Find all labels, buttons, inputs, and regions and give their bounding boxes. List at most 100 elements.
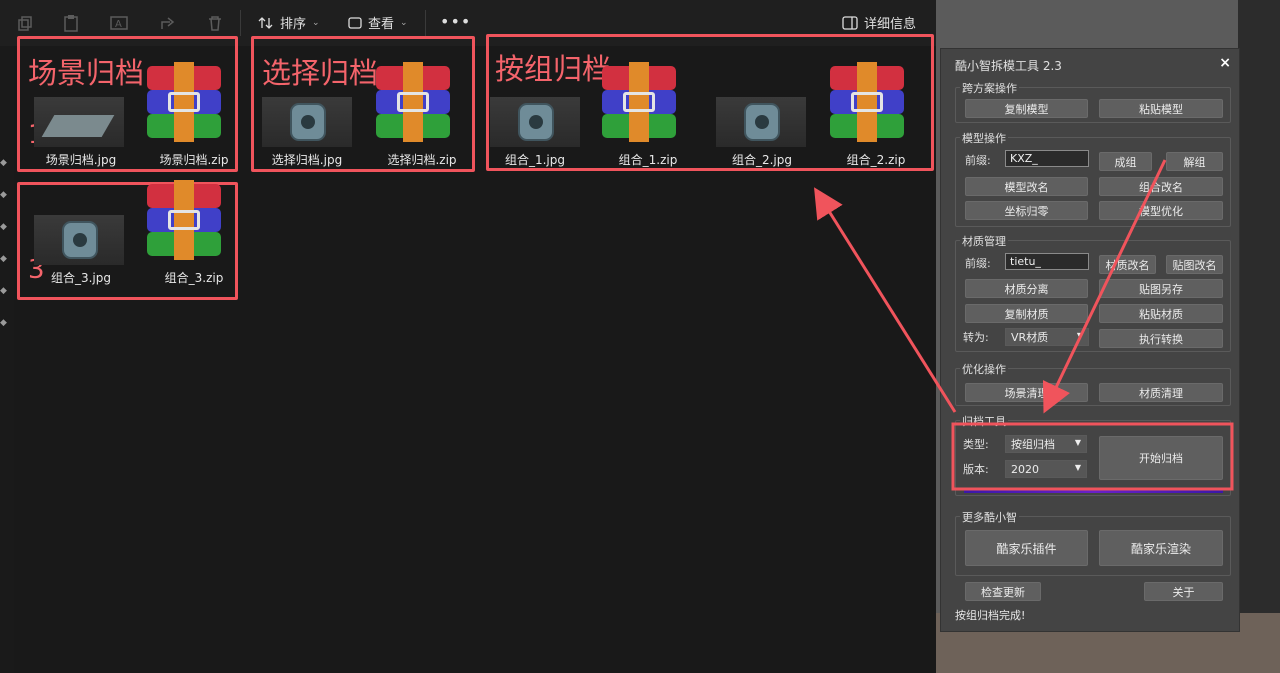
zip-archive-icon[interactable] (376, 62, 450, 142)
panel-title: 酷小智拆模工具 2.3 (955, 59, 1062, 73)
pin-icon[interactable]: ◆ (0, 158, 10, 168)
toolbar-divider (425, 10, 426, 36)
file-name[interactable]: 组合_3.zip (129, 269, 259, 286)
sort-icon (258, 16, 273, 29)
zip-archive-icon[interactable] (147, 62, 221, 142)
view-label: 查看 (368, 17, 395, 32)
convert-type-select[interactable]: VR材质 ▼ (1005, 328, 1089, 346)
model-prefix-input[interactable]: KXZ_ (1005, 150, 1089, 167)
file-name[interactable]: 组合_2.zip (811, 151, 941, 168)
texture-rename-button[interactable]: 贴图改名 (1166, 255, 1223, 274)
section-title: 材质管理 (960, 233, 1008, 249)
section-title: 归档工具 (960, 413, 1008, 429)
section-title: 模型操作 (960, 130, 1008, 146)
viewport-side-object (1238, 0, 1280, 673)
pin-icon[interactable]: ◆ (0, 318, 10, 328)
model-rename-button[interactable]: 模型改名 (965, 177, 1088, 196)
prefix-label: 前缀: (965, 154, 991, 167)
copy-model-button[interactable]: 复制模型 (965, 99, 1088, 118)
section-title: 优化操作 (960, 361, 1008, 377)
material-clean-button[interactable]: 材质清理 (1099, 383, 1223, 402)
svg-text:A: A (115, 19, 122, 30)
texture-save-as-button[interactable]: 贴图另存 (1099, 279, 1223, 298)
material-prefix-input[interactable]: tietu_ (1005, 253, 1089, 270)
check-update-button[interactable]: 检查更新 (965, 582, 1041, 601)
version-label: 版本: (963, 463, 989, 476)
view-button[interactable]: 查看 ⌄ (348, 13, 408, 32)
file-name[interactable]: 选择归档.zip (357, 151, 487, 168)
tool-panel: 酷小智拆模工具 2.3 × 跨方案操作 复制模型 粘贴模型 模型操作 前缀: K… (940, 48, 1240, 632)
details-button[interactable]: 详细信息 (842, 13, 916, 32)
group-button[interactable]: 成组 (1099, 152, 1152, 171)
rename-icon[interactable]: A (108, 12, 130, 34)
chevron-down-icon: ▼ (1074, 463, 1081, 472)
pin-icon[interactable]: ◆ (0, 190, 10, 200)
run-convert-button[interactable]: 执行转换 (1099, 329, 1223, 348)
paste-material-button[interactable]: 粘贴材质 (1099, 304, 1223, 323)
navigation-rail: ◆ ◆ ◆ ◆ ◆ ◆ (0, 46, 14, 673)
about-button[interactable]: 关于 (1144, 582, 1223, 601)
coordinate-zero-button[interactable]: 坐标归零 (965, 201, 1088, 220)
group-title-scene: 场景归档 (28, 56, 145, 90)
status-text: 按组归档完成! (955, 609, 1026, 622)
file-thumbnail-jpg[interactable] (34, 215, 124, 265)
section-title: 跨方案操作 (960, 80, 1019, 96)
group-rename-button[interactable]: 组合改名 (1099, 177, 1223, 196)
start-archive-button[interactable]: 开始归档 (1099, 436, 1223, 480)
details-label: 详细信息 (864, 17, 917, 32)
zip-archive-icon[interactable] (602, 62, 676, 142)
toolbar-divider (240, 10, 241, 36)
copy-material-button[interactable]: 复制材质 (965, 304, 1088, 323)
kujiale-plugin-button[interactable]: 酷家乐插件 (965, 530, 1088, 566)
sort-label: 排序 (280, 17, 307, 32)
file-name[interactable]: 组合_3.jpg (16, 269, 146, 286)
convert-type-value: VR材质 (1011, 331, 1049, 344)
chevron-down-icon: ▼ (1076, 331, 1083, 340)
file-name[interactable]: 组合_1.zip (583, 151, 713, 168)
more-button[interactable]: ••• (440, 12, 471, 31)
paste-icon[interactable] (60, 12, 82, 34)
material-separate-button[interactable]: 材质分离 (965, 279, 1088, 298)
section-title: 更多酷小智 (960, 509, 1019, 525)
pin-icon[interactable]: ◆ (0, 254, 10, 264)
file-thumbnail-jpg[interactable] (34, 97, 124, 147)
zip-archive-icon[interactable] (830, 62, 904, 142)
archive-version-value: 2020 (1011, 462, 1039, 476)
details-pane-icon (842, 15, 858, 30)
type-label: 类型: (963, 438, 989, 451)
delete-icon[interactable] (204, 12, 226, 34)
close-button[interactable]: × (1219, 55, 1231, 71)
share-icon[interactable] (157, 12, 179, 34)
file-thumbnail-jpg[interactable] (716, 97, 806, 147)
file-thumbnail-jpg[interactable] (262, 97, 352, 147)
prefix-label: 前缀: (965, 257, 991, 270)
chevron-down-icon: ▼ (1074, 438, 1081, 447)
zip-archive-icon[interactable] (147, 180, 221, 260)
pin-icon[interactable]: ◆ (0, 222, 10, 232)
material-rename-button[interactable]: 材质改名 (1099, 255, 1156, 274)
file-name[interactable]: 场景归档.jpg (16, 151, 146, 168)
scene-clean-button[interactable]: 场景清理 (965, 383, 1088, 402)
sort-button[interactable]: 排序 ⌄ (258, 13, 320, 32)
archive-type-value: 按组归档 (1011, 438, 1055, 451)
kujiale-render-button[interactable]: 酷家乐渲染 (1099, 530, 1223, 566)
group-title-selection: 选择归档 (262, 56, 379, 90)
group-title-group: 按组归档 (495, 52, 612, 86)
archive-version-select[interactable]: 2020 ▼ (1005, 460, 1087, 478)
chevron-down-icon: ⌄ (400, 17, 408, 28)
file-name[interactable]: 场景归档.zip (129, 151, 259, 168)
copy-icon[interactable] (14, 12, 36, 34)
convert-label: 转为: (963, 331, 989, 344)
ungroup-button[interactable]: 解组 (1166, 152, 1223, 171)
file-thumbnail-jpg[interactable] (490, 97, 580, 147)
view-icon (348, 16, 362, 29)
chevron-down-icon: ⌄ (312, 17, 320, 28)
paste-model-button[interactable]: 粘贴模型 (1099, 99, 1223, 118)
file-name[interactable]: 组合_2.jpg (697, 151, 827, 168)
file-name[interactable]: 选择归档.jpg (242, 151, 372, 168)
model-optimize-button[interactable]: 模型优化 (1099, 201, 1223, 220)
pin-icon[interactable]: ◆ (0, 286, 10, 296)
archive-type-select[interactable]: 按组归档 ▼ (1005, 435, 1087, 453)
archive-progress-bar (964, 489, 1223, 493)
file-name[interactable]: 组合_1.jpg (470, 151, 600, 168)
